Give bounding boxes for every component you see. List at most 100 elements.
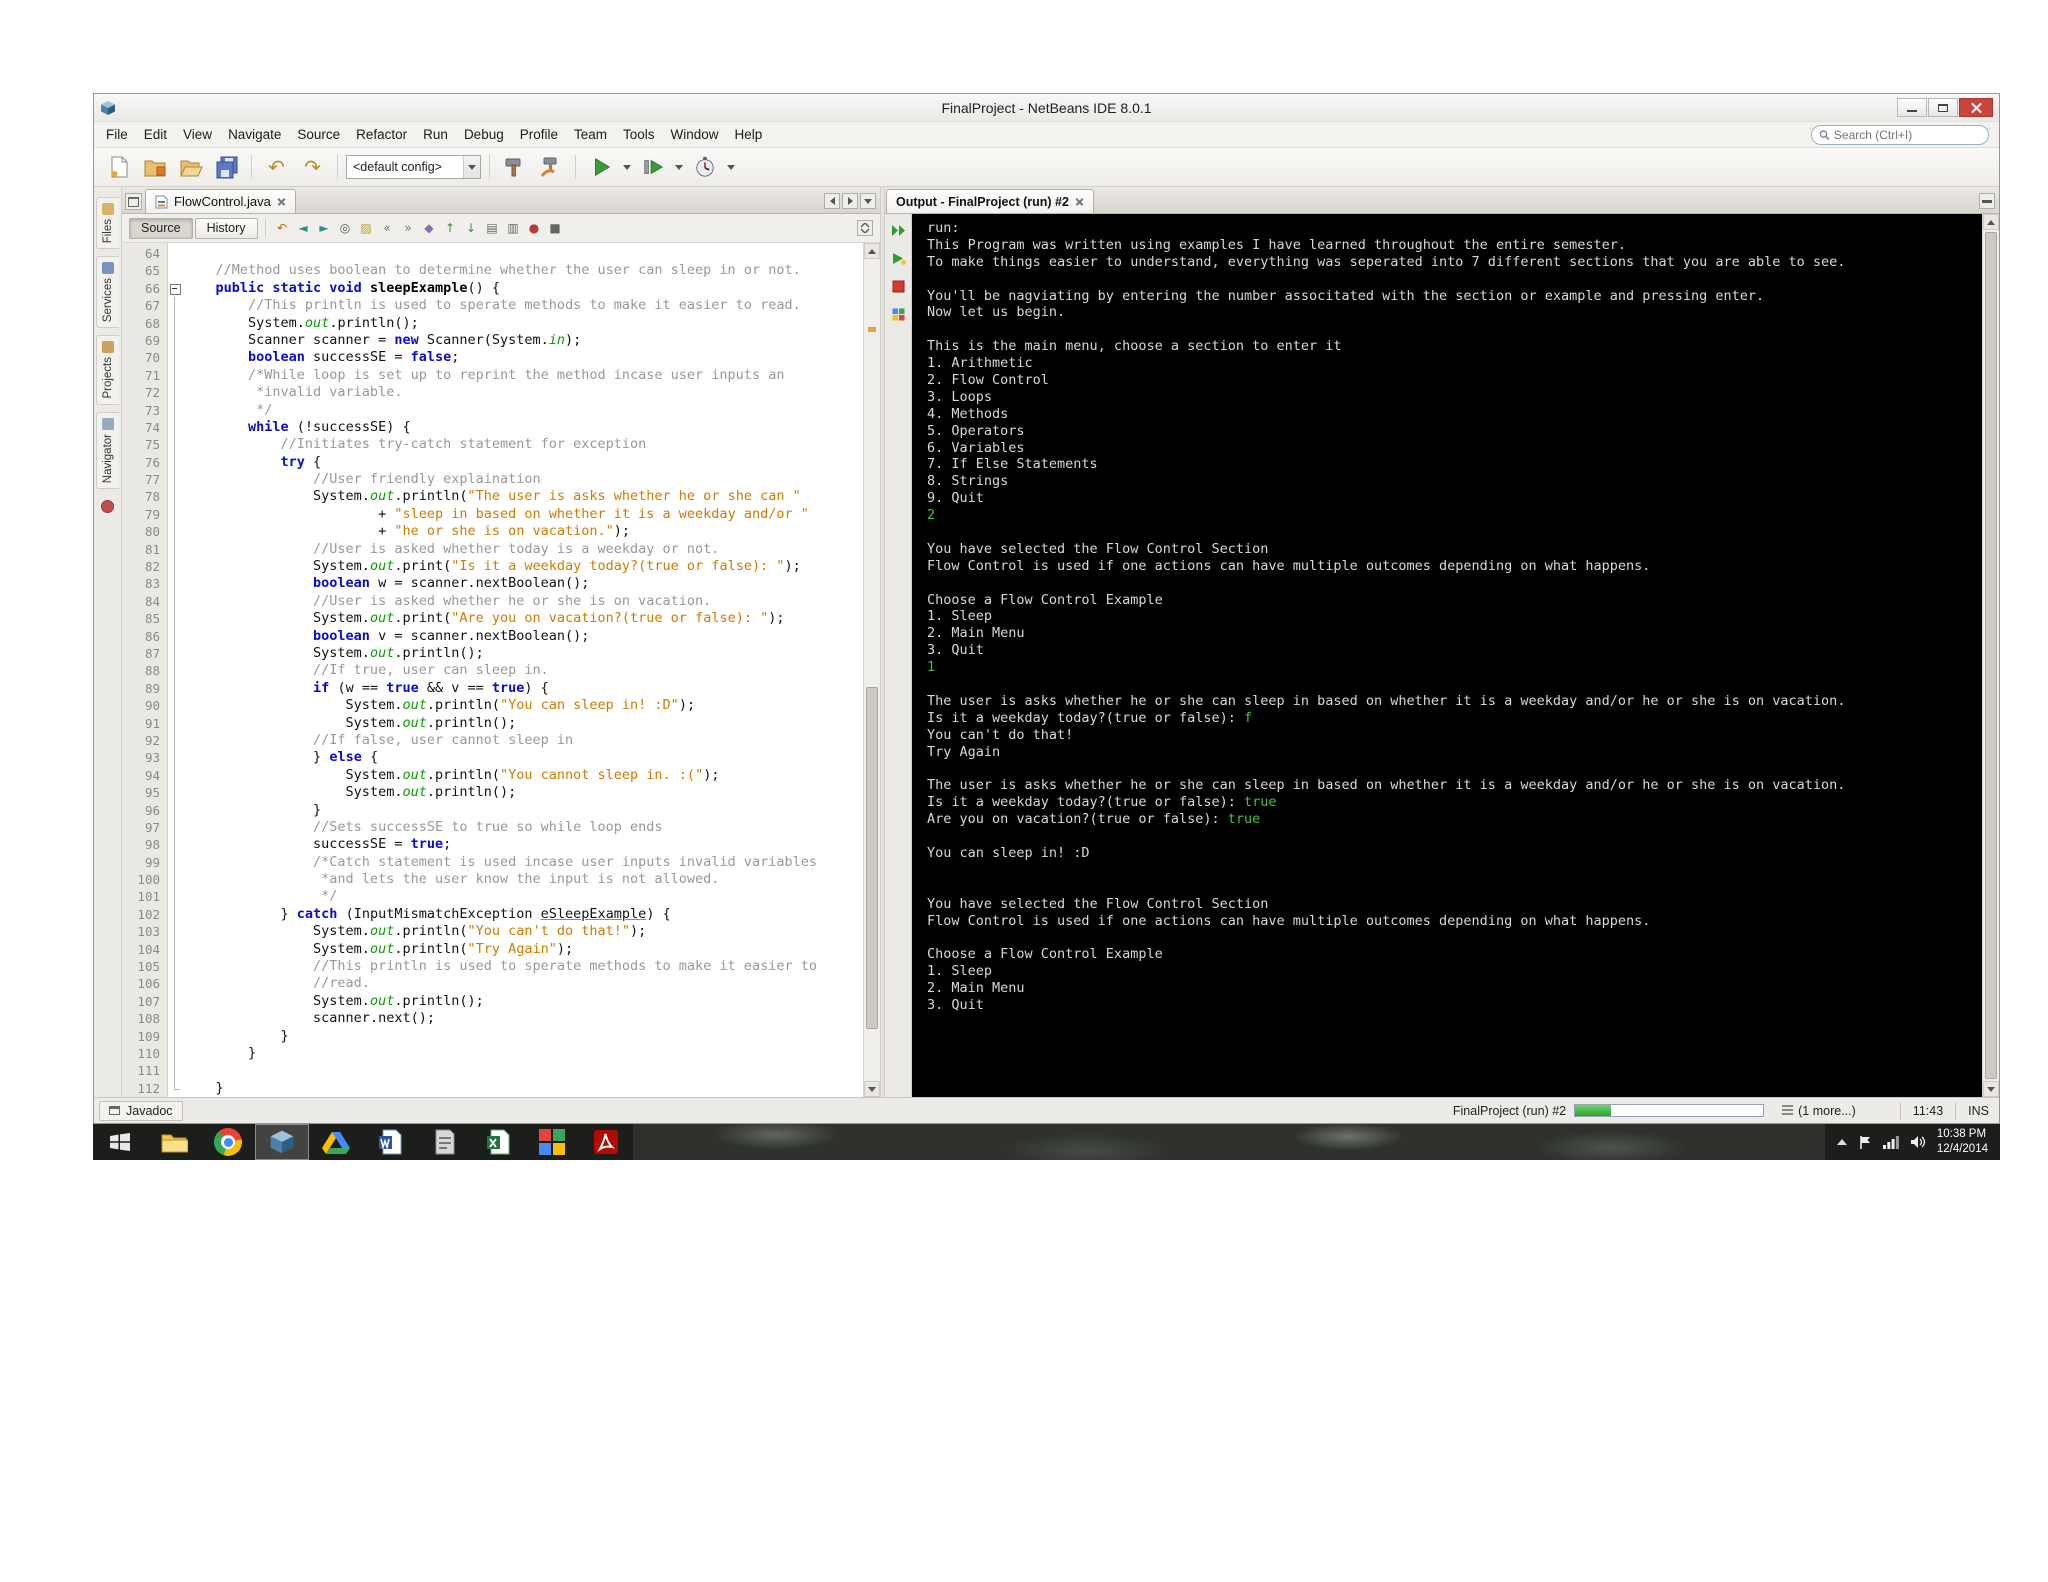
code-line-65[interactable]: //Method uses boolean to determine wheth… xyxy=(168,262,863,279)
rail-tab-projects[interactable]: Projects xyxy=(96,335,119,405)
scroll-tabs-left-button[interactable] xyxy=(824,193,840,209)
code-line-104[interactable]: System.out.println("Try Again"); xyxy=(168,940,863,959)
code-line-73[interactable]: */ xyxy=(168,401,863,420)
maximize-button[interactable] xyxy=(1928,98,1958,117)
code-line-89[interactable]: if (w == true && v == true) { xyxy=(168,679,863,698)
code-line-67[interactable]: //This println is used to sperate method… xyxy=(168,297,863,315)
code-line-100[interactable]: *and lets the user know the input is not… xyxy=(168,871,863,889)
scroll-down-icon[interactable] xyxy=(1983,1081,1999,1097)
scroll-down-icon[interactable] xyxy=(864,1081,880,1097)
code-line-99[interactable]: /*Catch statement is used incase user in… xyxy=(168,853,863,872)
rerun-button[interactable] xyxy=(889,221,908,240)
menu-edit[interactable]: Edit xyxy=(136,124,175,145)
chrome-button[interactable] xyxy=(201,1124,255,1160)
config-combobox[interactable]: <default config> xyxy=(346,155,481,179)
hidden-icons-icon[interactable] xyxy=(1836,1139,1847,1145)
prev-occurrence-icon[interactable]: ↑ xyxy=(441,219,460,238)
code-line-102[interactable]: } catch (InputMismatchException eSleepEx… xyxy=(168,905,863,924)
code-line-93[interactable]: } else { xyxy=(168,749,863,768)
start-button[interactable] xyxy=(93,1124,147,1160)
warning-stripe-mark[interactable] xyxy=(868,327,876,332)
save-all-button[interactable] xyxy=(210,151,243,183)
word-doc-button[interactable] xyxy=(363,1124,417,1160)
network-icon[interactable] xyxy=(1882,1135,1899,1149)
netbeans-taskbar-button[interactable] xyxy=(255,1124,309,1160)
menu-team[interactable]: Team xyxy=(566,124,615,145)
output-settings-button[interactable] xyxy=(889,305,908,324)
combo-caret[interactable] xyxy=(463,156,480,178)
source-view-button[interactable]: Source xyxy=(129,217,193,239)
volume-icon[interactable] xyxy=(1910,1135,1926,1149)
run-dropdown[interactable] xyxy=(620,152,633,182)
code-line-84[interactable]: //User is asked whether he or she is on … xyxy=(168,592,863,611)
scroll-up-icon[interactable] xyxy=(1983,214,1999,230)
profile-button[interactable] xyxy=(688,151,721,183)
rail-tab-navigator[interactable]: Navigator xyxy=(96,411,119,490)
code-line-97[interactable]: //Sets successSE to true so while loop e… xyxy=(168,818,863,837)
action-center-flag-icon[interactable] xyxy=(1858,1135,1872,1150)
output-tab[interactable]: Output - FinalProject (run) #2 xyxy=(886,189,1094,213)
output-console[interactable]: run: This Program was written using examp… xyxy=(912,214,1982,1097)
notes-doc-button[interactable] xyxy=(417,1124,471,1160)
redo-button[interactable]: ↷ xyxy=(296,151,329,183)
next-occurrence-icon[interactable]: ↓ xyxy=(462,219,481,238)
taskbar-clock[interactable]: 10:38 PM 12/4/2014 xyxy=(1937,1127,1988,1157)
notifications-icon[interactable] xyxy=(101,500,114,514)
photos-button[interactable] xyxy=(525,1124,579,1160)
stop-macro-icon[interactable]: ■ xyxy=(546,219,565,238)
more-processes-button[interactable]: (1 more...) xyxy=(1774,1104,1864,1118)
find-selection-icon[interactable]: ◎ xyxy=(336,219,355,238)
code-line-68[interactable]: System.out.println(); xyxy=(168,314,863,333)
menu-file[interactable]: File xyxy=(98,124,136,145)
menu-debug[interactable]: Debug xyxy=(456,124,512,145)
code-line-78[interactable]: System.out.println("The user is asks whe… xyxy=(168,488,863,507)
code-line-96[interactable]: } xyxy=(168,801,863,820)
code-line-106[interactable]: //read. xyxy=(168,975,863,994)
close-output-tab-icon[interactable] xyxy=(1075,197,1084,206)
menu-refactor[interactable]: Refactor xyxy=(348,124,415,145)
debug-button[interactable] xyxy=(636,151,669,183)
minimize-output-button[interactable] xyxy=(1979,193,1995,209)
code-line-76[interactable]: try { xyxy=(168,453,863,472)
menu-profile[interactable]: Profile xyxy=(512,124,566,145)
prev-bookmark-icon[interactable]: « xyxy=(378,219,397,238)
editor-corner-button[interactable] xyxy=(125,193,142,210)
editor-scrollbar-thumb[interactable] xyxy=(866,687,878,1029)
code-line-82[interactable]: System.out.print("Is it a weekday today?… xyxy=(168,558,863,576)
toggle-bookmark-icon[interactable]: ◆ xyxy=(420,219,439,238)
new-file-button[interactable] xyxy=(102,151,135,183)
code-editor[interactable]: //Method uses boolean to determine wheth… xyxy=(168,243,863,1097)
excel-doc-button[interactable] xyxy=(471,1124,525,1160)
comment-icon[interactable]: ▤ xyxy=(483,219,502,238)
history-view-button[interactable]: History xyxy=(194,217,258,239)
rail-tab-files[interactable]: Files xyxy=(96,197,119,250)
start-macro-icon[interactable]: ● xyxy=(525,219,544,238)
code-line-74[interactable]: while (!successSE) { xyxy=(168,418,863,437)
code-line-111[interactable] xyxy=(168,1062,863,1081)
code-line-109[interactable]: } xyxy=(168,1027,863,1046)
debug-dropdown[interactable] xyxy=(672,152,685,182)
menu-tools[interactable]: Tools xyxy=(615,124,663,145)
task-progress-bar[interactable] xyxy=(1574,1104,1765,1117)
title-bar[interactable]: FinalProject - NetBeans IDE 8.0.1 xyxy=(94,94,1999,121)
close-tab-icon[interactable] xyxy=(277,197,286,206)
code-line-85[interactable]: System.out.print("Are you on vacation?(t… xyxy=(168,610,863,628)
last-edit-icon[interactable]: ↶ xyxy=(273,219,292,238)
code-line-69[interactable]: Scanner scanner = new Scanner(System.in)… xyxy=(168,331,863,350)
code-line-95[interactable]: System.out.println(); xyxy=(168,784,863,802)
code-line-66[interactable]: public static void sleepExample() { xyxy=(168,280,863,297)
code-line-112[interactable]: } xyxy=(168,1079,863,1097)
tab-flowcontrol-java[interactable]: FlowControl.java xyxy=(145,189,296,213)
code-line-92[interactable]: //If false, user cannot sleep in xyxy=(168,731,863,750)
next-bookmark-icon[interactable]: » xyxy=(399,219,418,238)
stop-button[interactable] xyxy=(889,277,908,296)
code-line-70[interactable]: boolean successSE = false; xyxy=(168,349,863,368)
clean-build-button[interactable] xyxy=(534,151,567,183)
code-line-77[interactable]: //User friendly explaination xyxy=(168,471,863,489)
code-line-64[interactable] xyxy=(168,245,863,262)
build-button[interactable] xyxy=(498,151,531,183)
menu-help[interactable]: Help xyxy=(727,124,771,145)
code-line-88[interactable]: //If true, user can sleep in. xyxy=(168,662,863,681)
javadoc-minimized-tab[interactable]: Javadoc xyxy=(99,1100,183,1121)
tab-list-button[interactable] xyxy=(860,193,876,209)
